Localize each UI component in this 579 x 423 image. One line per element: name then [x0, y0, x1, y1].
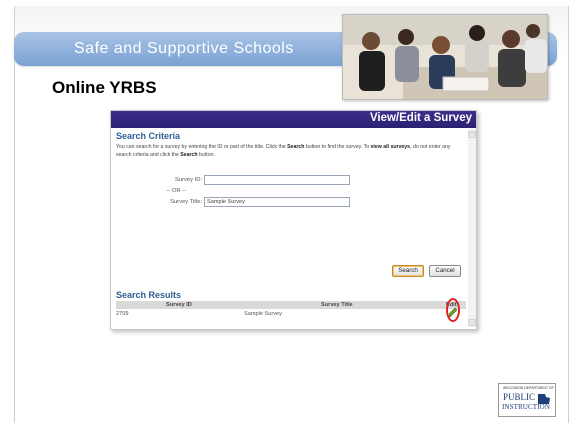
- survey-title-input[interactable]: Sample Survey: [204, 197, 350, 207]
- search-instructions: You can search for a survey by entering …: [116, 144, 464, 159]
- search-criteria-title: Search Criteria: [116, 131, 181, 141]
- column-header-survey-id: Survey ID: [166, 302, 192, 308]
- banner-title: Safe and Supportive Schools: [74, 40, 294, 57]
- dpi-logo: WISCONSIN DEPARTMENT OF PUBLIC INSTRUCTI…: [498, 383, 556, 417]
- instructions-text: button.: [197, 151, 215, 158]
- logo-instruction-text: INSTRUCTION: [502, 403, 550, 411]
- instructions-bold: view all surveys: [370, 144, 411, 150]
- cancel-button[interactable]: Cancel: [429, 265, 461, 277]
- or-label: -- OR --: [166, 188, 186, 194]
- cell-survey-id: 2709: [116, 311, 129, 317]
- results-header: Survey ID Survey Title Edit: [116, 301, 466, 309]
- instructions-bold: Search: [180, 151, 198, 158]
- survey-id-input[interactable]: [204, 175, 350, 185]
- table-row: 2709 Sample Survey: [116, 307, 466, 318]
- search-results-title: Search Results: [116, 290, 182, 300]
- logo-public-text: PUBLIC: [503, 392, 536, 402]
- window-header-title: View/Edit a Survey: [369, 112, 472, 124]
- scroll-up-arrow[interactable]: [468, 131, 476, 138]
- edit-highlight-circle: [446, 298, 460, 322]
- logo-top-text: WISCONSIN DEPARTMENT OF: [503, 386, 554, 390]
- instructions-text: button to find the survey. To: [304, 144, 371, 150]
- scrollbar[interactable]: [468, 129, 476, 327]
- instructions-bold: Search: [287, 144, 305, 150]
- column-header-survey-title: Survey Title: [321, 302, 353, 308]
- survey-id-label: Survey ID:: [174, 177, 202, 183]
- students-photo: [342, 14, 548, 100]
- window-body: Search Criteria You can search for a sur…: [116, 131, 466, 329]
- scroll-down-arrow[interactable]: [468, 319, 476, 326]
- survey-title-label: Survey Title:: [170, 199, 202, 205]
- cell-survey-title: Sample Survey: [244, 311, 282, 317]
- instructions-text: You can search for a survey by entering …: [116, 144, 288, 150]
- survey-window: View/Edit a Survey Search Criteria You c…: [110, 110, 477, 330]
- page-subtitle: Online YRBS: [52, 78, 157, 97]
- search-button[interactable]: Search: [392, 265, 424, 277]
- window-header: View/Edit a Survey: [111, 111, 476, 128]
